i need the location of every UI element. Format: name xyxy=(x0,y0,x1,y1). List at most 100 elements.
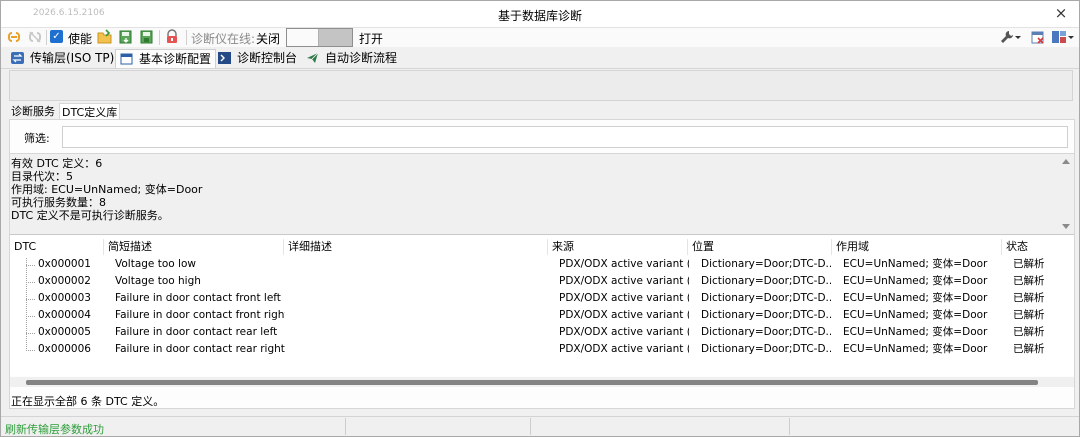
tab-auto-diag-flow[interactable]: 自动诊断流程 xyxy=(302,49,401,68)
status-divider xyxy=(789,418,790,435)
cell-dtc: 0x000006 xyxy=(38,343,91,355)
cell-detail-desc xyxy=(288,256,538,273)
main-tab-bar: 传输层(ISO TP) 基本诊断配置 诊断控制台 自动诊断流程 xyxy=(1,47,1079,69)
tab-diag-console-label: 诊断控制台 xyxy=(237,51,298,65)
table-row[interactable]: 0x000003 Failure in door contact front l… xyxy=(10,290,1074,307)
clear-calendar-icon[interactable] xyxy=(1030,29,1046,45)
wrench-dropdown-icon[interactable] xyxy=(1014,29,1022,45)
tab-diag-console[interactable]: 诊断控制台 xyxy=(214,49,301,68)
summary-line: 有效 DTC 定义：6 xyxy=(11,157,103,170)
cell-scope: ECU=UnNamed; 变体=Door xyxy=(843,258,988,270)
column-header-short-desc[interactable]: 简短描述 xyxy=(104,239,284,255)
tree-branch xyxy=(26,350,35,351)
column-header-location[interactable]: 位置 xyxy=(688,239,832,255)
cell-scope: ECU=UnNamed; 变体=Door xyxy=(843,309,988,321)
scrollbar-thumb[interactable] xyxy=(26,380,1038,385)
cell-source: PDX/ODX active variant (... xyxy=(559,292,689,304)
cell-source: PDX/ODX active variant (... xyxy=(559,326,689,338)
cell-scope: ECU=UnNamed; 变体=Door xyxy=(843,275,988,287)
tab-dtc-library[interactable]: DTC定义库 xyxy=(59,103,121,120)
cell-status: 已解析 xyxy=(1013,309,1045,321)
send-icon xyxy=(307,52,319,63)
cell-short-desc: Voltage too high xyxy=(115,275,201,287)
tester-online-toggle[interactable] xyxy=(286,28,353,47)
toggle-on-label: 打开 xyxy=(359,32,384,46)
connect-icon[interactable] xyxy=(6,29,22,45)
toggle-knob[interactable] xyxy=(287,29,319,46)
cell-scope: ECU=UnNamed; 变体=Door xyxy=(843,343,988,355)
cell-dtc: 0x000002 xyxy=(38,275,91,287)
cell-source: PDX/ODX active variant (... xyxy=(559,343,689,355)
dtc-library-panel: 筛选: 有效 DTC 定义：6 目录代次：5 作用域: ECU=UnNamed;… xyxy=(9,119,1075,409)
close-button[interactable]: × xyxy=(1053,4,1069,22)
cell-status: 已解析 xyxy=(1013,343,1045,355)
wrench-icon[interactable] xyxy=(999,29,1015,45)
cell-location: Dictionary=Door;DTC-D... xyxy=(701,258,831,270)
cell-dtc: 0x000004 xyxy=(38,309,91,321)
column-header-status[interactable]: 状态 xyxy=(1002,239,1074,255)
cell-detail-desc xyxy=(288,324,538,341)
table-horizontal-scrollbar[interactable] xyxy=(10,377,1074,387)
tab-transport-layer[interactable]: 传输层(ISO TP) xyxy=(7,49,118,68)
scroll-down-arrow-icon[interactable] xyxy=(1062,224,1070,229)
table-row[interactable]: 0x000005 Failure in door contact rear le… xyxy=(10,324,1074,341)
dtc-table: DTC 简短描述 详细描述 来源 位置 作用域 状态 0x000001 Volt… xyxy=(10,236,1074,376)
enable-checkbox[interactable]: ✓ xyxy=(50,30,63,43)
summary-panel: 有效 DTC 定义：6 目录代次：5 作用域: ECU=UnNamed; 变体=… xyxy=(10,153,1074,235)
export-icon[interactable] xyxy=(118,29,134,45)
table-row[interactable]: 0x000006 Failure in door contact rear ri… xyxy=(10,341,1074,358)
cell-detail-desc xyxy=(288,290,538,307)
cell-source: PDX/ODX active variant (... xyxy=(559,309,689,321)
toolbar: ✓ 使能 诊断仪在线: 关闭 打开 xyxy=(1,28,1079,47)
sub-tab-bar: 诊断服务 DTC定义库 xyxy=(9,102,1073,120)
toolbar-separator xyxy=(46,30,47,45)
tab-transport-layer-label: 传输层(ISO TP) xyxy=(30,51,115,65)
cell-status: 已解析 xyxy=(1013,275,1045,287)
table-row[interactable]: 0x000004 Failure in door contact front r… xyxy=(10,307,1074,324)
save-icon[interactable] xyxy=(139,29,155,45)
tab-diag-services[interactable]: 诊断服务 xyxy=(9,103,57,120)
tree-branch xyxy=(26,333,35,334)
column-header-source[interactable]: 来源 xyxy=(548,239,688,255)
lock-icon[interactable] xyxy=(164,29,180,45)
cell-source: PDX/ODX active variant (... xyxy=(559,275,689,287)
cell-location: Dictionary=Door;DTC-D... xyxy=(701,326,831,338)
window-icon xyxy=(120,53,133,64)
column-header-scope[interactable]: 作用域 xyxy=(832,239,1002,255)
cell-location: Dictionary=Door;DTC-D... xyxy=(701,292,831,304)
toolbar-separator xyxy=(186,30,187,45)
column-header-detail-desc[interactable]: 详细描述 xyxy=(284,239,548,255)
open-folder-icon[interactable] xyxy=(97,29,113,45)
table-status-text: 正在显示全部 6 条 DTC 定义。 xyxy=(11,395,165,408)
status-divider xyxy=(345,418,346,435)
console-icon xyxy=(218,51,231,64)
summary-line: 目录代次：5 xyxy=(11,170,73,183)
status-message: 刷新传输层参数成功 xyxy=(5,423,104,436)
cell-scope: ECU=UnNamed; 变体=Door xyxy=(843,326,988,338)
tab-auto-diag-flow-label: 自动诊断流程 xyxy=(325,51,398,65)
disconnect-icon[interactable] xyxy=(27,29,43,45)
title-bar: 2026.6.15.2106 基于数据库诊断 × xyxy=(1,1,1079,28)
layout-icon[interactable] xyxy=(1051,29,1067,45)
enable-label: 使能 xyxy=(68,32,93,46)
summary-line: 作用域: ECU=UnNamed; 变体=Door xyxy=(11,183,203,196)
cell-location: Dictionary=Door;DTC-D... xyxy=(701,343,831,355)
cell-short-desc: Voltage too low xyxy=(115,258,196,270)
summary-vertical-scrollbar[interactable] xyxy=(1059,154,1074,234)
table-row[interactable]: 0x000001 Voltage too low PDX/ODX active … xyxy=(10,256,1074,273)
cell-detail-desc xyxy=(288,341,538,358)
tab-basic-config[interactable]: 基本诊断配置 xyxy=(115,49,217,68)
tree-branch xyxy=(26,316,35,317)
table-row[interactable]: 0x000002 Voltage too high PDX/ODX active… xyxy=(10,273,1074,290)
cell-scope: ECU=UnNamed; 变体=Door xyxy=(843,292,988,304)
summary-line: DTC 定义不是可执行诊断服务。 xyxy=(11,209,169,222)
cell-short-desc: Failure in door contact front left xyxy=(115,292,281,304)
layout-dropdown-icon[interactable] xyxy=(1067,29,1075,45)
cell-short-desc: Failure in door contact rear left xyxy=(115,326,278,338)
scroll-up-arrow-icon[interactable] xyxy=(1062,159,1070,164)
column-header-dtc[interactable]: DTC xyxy=(10,239,104,255)
filter-input[interactable] xyxy=(62,126,1068,148)
filter-label: 筛选: xyxy=(24,132,50,145)
tree-branch xyxy=(26,282,35,283)
window-title: 基于数据库诊断 xyxy=(497,9,582,23)
